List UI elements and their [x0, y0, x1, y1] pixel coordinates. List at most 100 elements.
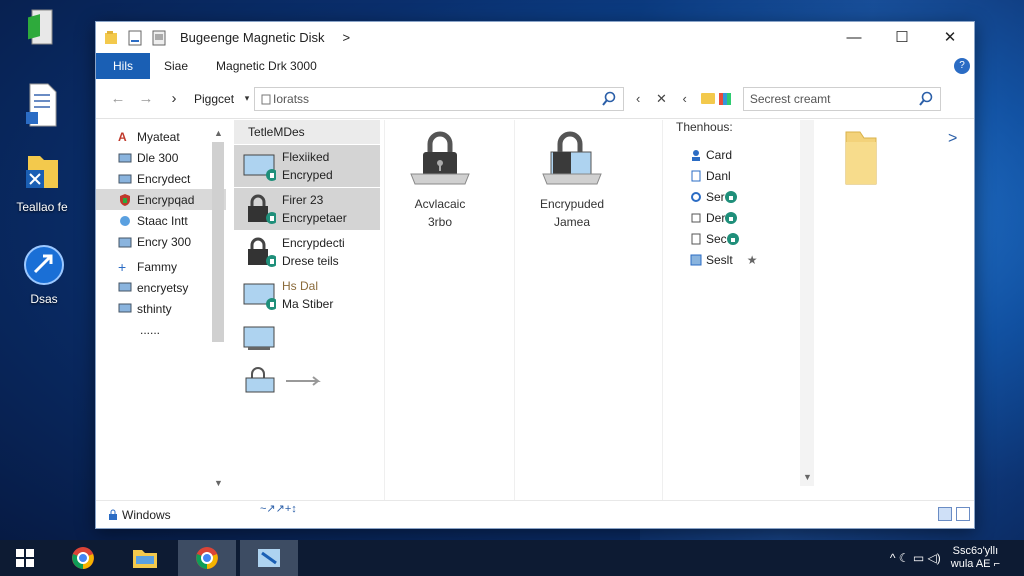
details-item[interactable]: Ser: [676, 186, 816, 207]
tray-icons[interactable]: ^ ☾ ▭ ◁): [890, 551, 941, 565]
search-icon[interactable]: [601, 91, 617, 107]
nav-item[interactable]: + Fammy: [96, 256, 226, 277]
plus-icon: +: [118, 258, 127, 275]
taskbar-app-chrome-active[interactable]: [178, 540, 236, 576]
list-item-subtitle: Drese teils: [282, 254, 339, 268]
new-folder-icon[interactable]: [152, 30, 166, 46]
folder-icon: [118, 237, 132, 247]
properties-icon[interactable]: [128, 30, 142, 46]
scroll-thumb[interactable]: [212, 142, 224, 342]
desktop-icon-document[interactable]: [10, 82, 74, 134]
desktop-icon-orb[interactable]: Dsas: [12, 244, 76, 306]
desktop-icon-label: Teallao fe: [16, 200, 68, 214]
list-item-title: Hs Dal: [282, 279, 319, 293]
search-icon[interactable]: [918, 91, 934, 107]
close-button[interactable]: ✕: [926, 22, 974, 52]
nav-item[interactable]: A Myateat: [96, 126, 226, 147]
list-item[interactable]: [234, 317, 380, 359]
title-chevron-icon[interactable]: >: [343, 30, 351, 45]
nav-item[interactable]: Dle 300: [96, 147, 226, 168]
breadcrumb[interactable]: Piggcet: [194, 92, 234, 106]
scroll-down-icon[interactable]: ▼: [214, 478, 223, 488]
apps-icon[interactable]: [718, 92, 731, 105]
file-explorer-icon: [133, 550, 157, 568]
address-toolbar-symbols[interactable]: ‹ ✕ ‹: [636, 91, 693, 107]
chrome-icon: [72, 547, 94, 569]
nav-item-label: Encrypqad: [137, 192, 195, 207]
ribbon-tabs: Hils Siae Magnetic Drk 3000 ?: [96, 53, 974, 79]
folder-icon: [105, 30, 117, 44]
details-pane: Thenhous: Card Danl Ser Der Sec Seslt ★: [676, 120, 816, 270]
back-button[interactable]: ←: [104, 90, 132, 107]
monitor-icon: [118, 282, 132, 291]
list-item-subtitle: Encryped: [282, 168, 333, 182]
chrome-icon: [196, 547, 218, 569]
nav-item[interactable]: Encrydect: [96, 168, 226, 189]
list-item[interactable]: Flexiiked Encryped: [234, 145, 380, 187]
details-item-label: Card: [706, 147, 733, 162]
ribbon-file-tab[interactable]: Hils: [96, 53, 150, 79]
search-placeholder: Secrest creamt: [749, 91, 831, 106]
list-item[interactable]: [234, 360, 380, 402]
drive-tile[interactable]: Encrypuded Jamea: [512, 130, 632, 231]
maximize-button[interactable]: ☐: [878, 22, 926, 52]
drive-icon: [118, 153, 132, 162]
nav-item-selected[interactable]: Encrypqad: [96, 189, 226, 210]
thumbnail-view-button[interactable]: [956, 507, 970, 521]
clock-time: Ssc6ɔ'yllı: [952, 545, 999, 557]
breadcrumb-dropdown-icon[interactable]: ▾: [240, 93, 254, 104]
lock-icon: [248, 237, 276, 267]
search-input[interactable]: Secrest creamt: [742, 86, 941, 111]
details-item-label: Ser: [706, 189, 725, 204]
address-path: Ioratss: [273, 91, 310, 106]
taskbar: ^ ☾ ▭ ◁) Ssc6ɔ'yllı wula AE ⌐: [0, 540, 1024, 576]
taskbar-app-file-explorer[interactable]: [116, 540, 174, 576]
nav-item[interactable]: Encry 300: [96, 231, 226, 252]
taskbar-app-window[interactable]: [240, 540, 298, 576]
start-button[interactable]: [0, 540, 50, 576]
star-icon[interactable]: ★: [747, 253, 758, 267]
list-item[interactable]: Firer 23 Encrypetaer: [234, 188, 380, 230]
details-item[interactable]: Der: [676, 207, 816, 228]
forward-button[interactable]: →: [132, 90, 160, 107]
file-explorer-window: Bugeenge Magnetic Disk > — ☐ ✕ Hils Siae…: [95, 21, 975, 529]
network-icon: [120, 215, 130, 226]
details-item[interactable]: Sec: [676, 228, 816, 249]
folder-icon[interactable]: [700, 93, 715, 104]
details-item[interactable]: Danl: [676, 165, 816, 186]
nav-item[interactable]: sthinty: [96, 298, 226, 319]
minimize-button[interactable]: —: [830, 22, 878, 52]
nav-item[interactable]: Staac Intt: [96, 210, 226, 231]
details-item-label: Der: [706, 210, 726, 225]
drive-tile[interactable]: Acvlacaic 3rbo: [380, 130, 500, 231]
details-item[interactable]: Seslt ★: [676, 249, 816, 270]
arrow-right-icon: [286, 376, 321, 386]
folder-icon[interactable]: [844, 128, 878, 188]
scroll-down-icon[interactable]: ▼: [803, 472, 812, 482]
taskbar-app-chrome[interactable]: [54, 540, 112, 576]
desktop-icon-folder-shortcut[interactable]: Teallao fe: [10, 150, 74, 214]
help-icon[interactable]: ?: [954, 58, 970, 74]
drive-icon: [118, 174, 132, 183]
nav-item-more[interactable]: ......: [96, 319, 226, 340]
nav-scrollbar[interactable]: ▲ ▼: [211, 128, 225, 498]
status-text: Windows: [122, 507, 171, 522]
details-item[interactable]: Card: [676, 144, 816, 165]
lock-small-icon: [245, 367, 275, 393]
ribbon-tab[interactable]: Magnetic Drk 3000: [202, 59, 331, 73]
list-item[interactable]: Hs Dal Ma Stiber: [234, 274, 380, 316]
clock-date: wula AE ⌐: [950, 558, 1000, 570]
address-field[interactable]: Ioratss: [254, 86, 625, 111]
details-view-button[interactable]: [938, 507, 952, 521]
breadcrumb-chevron-icon[interactable]: ›: [160, 90, 188, 107]
expand-chevron-icon[interactable]: >: [948, 130, 957, 148]
desktop-icon-recycle-bin[interactable]: [8, 6, 72, 56]
nav-item[interactable]: encryetsy: [96, 277, 226, 298]
nav-item-label: Myateat: [137, 129, 180, 144]
list-header[interactable]: TetleMDes: [234, 120, 380, 144]
list-item[interactable]: Encrypdecti Drese teils: [234, 231, 380, 273]
content-scrollbar[interactable]: ▼: [800, 120, 814, 486]
ribbon-tab[interactable]: Siae: [150, 59, 202, 73]
clock[interactable]: Ssc6ɔ'yllı wula AE ⌐: [951, 545, 1000, 571]
scroll-up-icon[interactable]: ▲: [214, 128, 223, 138]
